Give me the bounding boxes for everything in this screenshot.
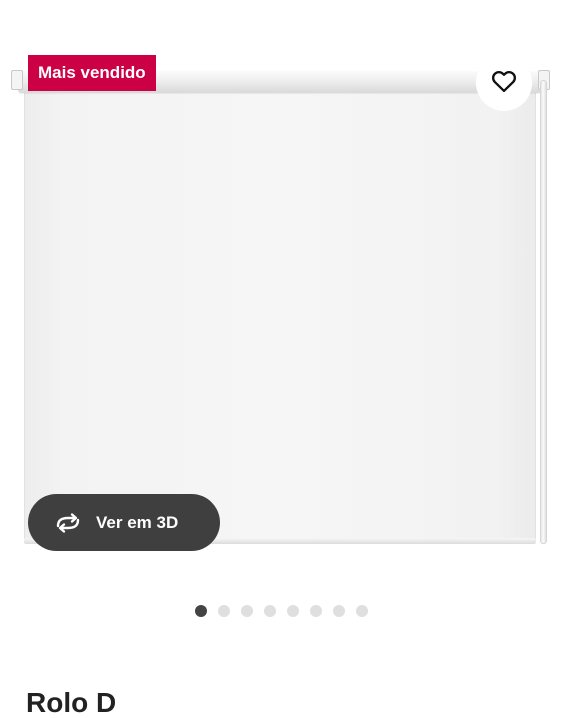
heart-outline-icon <box>490 67 518 100</box>
pagination-dot-6[interactable] <box>310 605 322 617</box>
pagination-dot-4[interactable] <box>264 605 276 617</box>
roller-blind-fabric <box>24 90 536 542</box>
view-3d-button[interactable]: Ver em 3D <box>28 494 220 551</box>
product-title: Rolo D <box>26 687 117 718</box>
pagination-dot-8[interactable] <box>356 605 368 617</box>
image-pagination <box>195 605 368 617</box>
best-seller-badge: Mais vendido <box>28 55 156 91</box>
bracket-left <box>11 70 23 90</box>
pull-cord <box>540 80 547 544</box>
pagination-dot-2[interactable] <box>218 605 230 617</box>
pagination-dot-7[interactable] <box>333 605 345 617</box>
pagination-dot-3[interactable] <box>241 605 253 617</box>
view-3d-label: Ver em 3D <box>96 512 179 532</box>
pagination-dot-5[interactable] <box>287 605 299 617</box>
pagination-dot-1[interactable] <box>195 605 207 617</box>
favorite-button[interactable] <box>476 55 532 111</box>
rotate-3d-icon <box>52 511 84 535</box>
